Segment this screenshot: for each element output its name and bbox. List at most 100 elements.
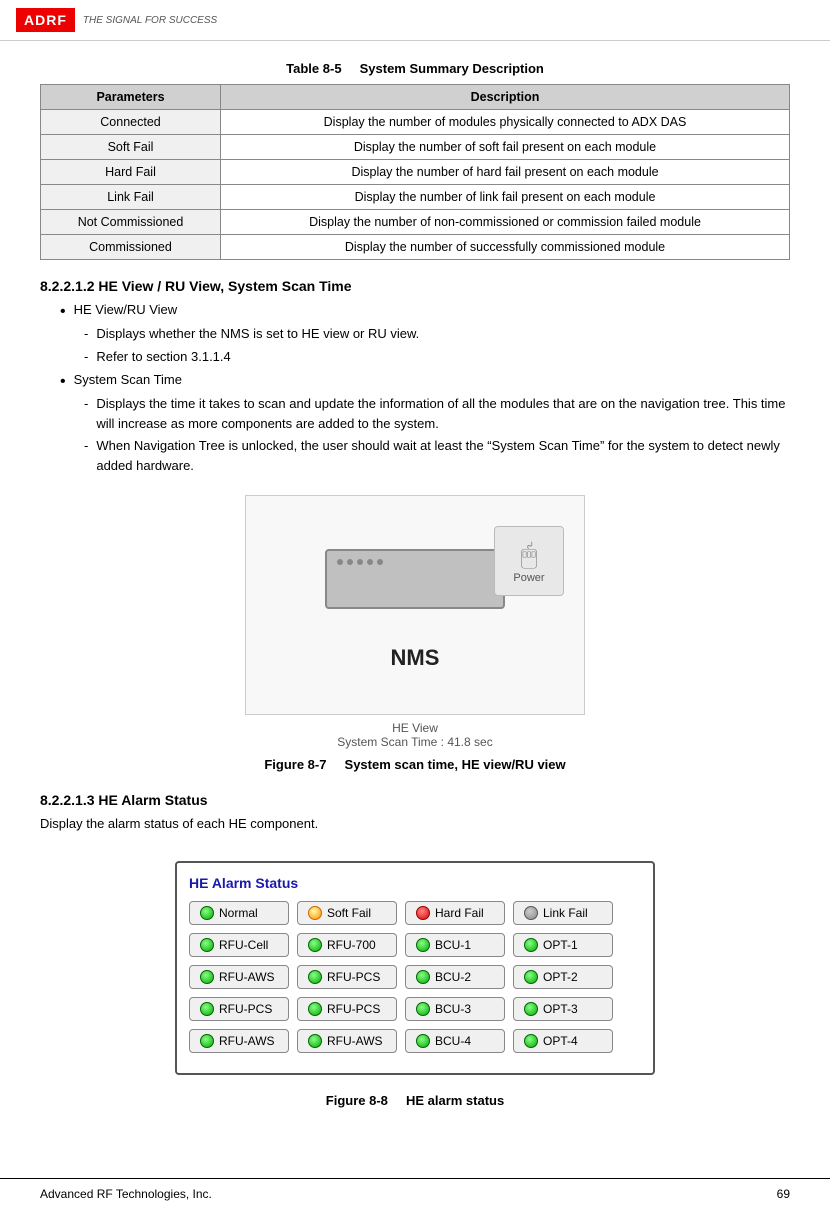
dash-text-2-2: When Navigation Tree is unlocked, the us… — [96, 436, 790, 475]
footer-company: Advanced RF Technologies, Inc. — [40, 1187, 212, 1201]
table-cell-desc: Display the number of link fail present … — [221, 185, 790, 210]
component-label: RFU-PCS — [327, 970, 380, 984]
table-cell-param: Link Fail — [41, 185, 221, 210]
component-led — [416, 1002, 430, 1016]
alarm-component-btn: RFU-700 — [297, 933, 397, 957]
alarm-component-btn: BCU-2 — [405, 965, 505, 989]
alarm-led — [524, 906, 538, 920]
component-led — [416, 970, 430, 984]
component-led — [308, 1002, 322, 1016]
alarm-component-btn: BCU-3 — [405, 997, 505, 1021]
he-view-label: HE View — [392, 721, 438, 735]
alarm-led — [416, 906, 430, 920]
bullet-section-2: • System Scan Time - Displays the time i… — [60, 372, 790, 475]
table-cell-desc: Display the number of non-commissioned o… — [221, 210, 790, 235]
dash-2-2: - — [84, 436, 88, 475]
component-label: OPT-1 — [543, 938, 578, 952]
logo-tag: THE SIGNAL FOR SUCCESS — [83, 15, 217, 26]
component-label: RFU-AWS — [219, 970, 275, 984]
alarm-label: Normal — [219, 906, 258, 920]
component-led — [524, 970, 538, 984]
power-icon-symbol: 🖱 — [521, 539, 538, 572]
dash-text-1-1: Displays whether the NMS is set to HE vi… — [96, 324, 790, 344]
alarm-status-btn: Normal — [189, 901, 289, 925]
alarm-status-btn: Hard Fail — [405, 901, 505, 925]
alarm-component-btn: OPT-4 — [513, 1029, 613, 1053]
section-8222-heading: 8.2.2.1.3 HE Alarm Status — [40, 792, 790, 808]
alarm-component-row: RFU-PCSRFU-PCSBCU-3OPT-3 — [189, 997, 641, 1021]
scan-time-label: System Scan Time : 41.8 sec — [337, 735, 492, 749]
nms-lights — [337, 559, 383, 565]
nms-light-3 — [357, 559, 363, 565]
figure-7-title: System scan time, HE view/RU view — [345, 757, 566, 772]
bullet-text-2: System Scan Time — [74, 372, 790, 387]
table-number: Table 8-5 — [286, 61, 341, 76]
nms-light-2 — [347, 559, 353, 565]
alarm-component-row: RFU-Cell RFU-700 BCU-1 OPT-1 — [189, 933, 641, 957]
dash-item-1-2: - Refer to section 3.1.1.4 — [84, 347, 790, 367]
alarm-status-btn: Soft Fail — [297, 901, 397, 925]
alarm-label: Link Fail — [543, 906, 588, 920]
bullet-item-2: • System Scan Time — [60, 372, 790, 390]
table-row: Soft FailDisplay the number of soft fail… — [41, 135, 790, 160]
bullet-dot-1: • — [60, 304, 66, 320]
table-cell-param: Hard Fail — [41, 160, 221, 185]
alarm-component-btn: RFU-Cell — [189, 933, 289, 957]
alarm-status-row: Normal Soft Fail Hard Fail Link Fail — [189, 901, 641, 925]
figure-8-container: HE Alarm Status Normal Soft Fail Hard Fail… — [40, 851, 790, 1108]
component-label: BCU-1 — [435, 938, 471, 952]
alarm-component-rows: RFU-Cell RFU-700 BCU-1 OPT-1 RFU-AWS RFU-PCS B… — [189, 933, 641, 1053]
component-label: RFU-PCS — [327, 1002, 380, 1016]
table-cell-param: Soft Fail — [41, 135, 221, 160]
dash-list-1: - Displays whether the NMS is set to HE … — [84, 324, 790, 366]
col-header-desc: Description — [221, 85, 790, 110]
alarm-component-btn: BCU-1 — [405, 933, 505, 957]
table-row: Link FailDisplay the number of link fail… — [41, 185, 790, 210]
component-label: RFU-AWS — [219, 1034, 275, 1048]
component-led — [308, 938, 322, 952]
component-led — [200, 970, 214, 984]
alarm-component-btn: RFU-PCS — [297, 965, 397, 989]
bullet-item-1: • HE View/RU View — [60, 302, 790, 320]
component-led — [524, 938, 538, 952]
component-label: RFU-Cell — [219, 938, 268, 952]
alarm-led — [200, 906, 214, 920]
power-label: Power — [513, 572, 544, 584]
nms-device — [325, 549, 505, 609]
component-led — [524, 1034, 538, 1048]
bullet-dot-2: • — [60, 374, 66, 390]
figure-7-caption: Figure 8-7 System scan time, HE view/RU … — [264, 757, 565, 772]
alarm-component-btn: OPT-3 — [513, 997, 613, 1021]
summary-table: Parameters Description ConnectedDisplay … — [40, 84, 790, 260]
figure-7-container: NMS 🖱 Power HE View System Scan Time : 4… — [40, 495, 790, 772]
component-label: BCU-2 — [435, 970, 471, 984]
header: ADRF THE SIGNAL FOR SUCCESS — [0, 0, 830, 41]
component-label: OPT-2 — [543, 970, 578, 984]
component-led — [200, 938, 214, 952]
main-content: Table 8-5 System Summary Description Par… — [0, 41, 830, 1148]
nms-area: NMS — [325, 549, 505, 671]
logo-box: ADRF — [16, 8, 75, 32]
component-led — [200, 1034, 214, 1048]
figure-8-caption: Figure 8-8 HE alarm status — [326, 1093, 504, 1108]
alarm-component-row: RFU-AWSRFU-AWSBCU-4OPT-4 — [189, 1029, 641, 1053]
bullet-section-1: • HE View/RU View - Displays whether the… — [60, 302, 790, 366]
table-cell-param: Not Commissioned — [41, 210, 221, 235]
nms-light-1 — [337, 559, 343, 565]
alarm-component-btn: OPT-2 — [513, 965, 613, 989]
alarm-label: Soft Fail — [327, 906, 371, 920]
col-header-params: Parameters — [41, 85, 221, 110]
table-row: Not CommissionedDisplay the number of no… — [41, 210, 790, 235]
table-row: Hard FailDisplay the number of hard fail… — [41, 160, 790, 185]
dash-text-1-2: Refer to section 3.1.1.4 — [96, 347, 790, 367]
alarm-status-title: HE Alarm Status — [189, 875, 641, 891]
logo-area: ADRF THE SIGNAL FOR SUCCESS — [16, 8, 217, 32]
footer: Advanced RF Technologies, Inc. 69 — [0, 1178, 830, 1209]
component-label: BCU-3 — [435, 1002, 471, 1016]
component-label: RFU-AWS — [327, 1034, 383, 1048]
dash-item-2-2: - When Navigation Tree is unlocked, the … — [84, 436, 790, 475]
table-cell-desc: Display the number of soft fail present … — [221, 135, 790, 160]
dash-text-2-1: Displays the time it takes to scan and u… — [96, 394, 790, 433]
table-cell-desc: Display the number of successfully commi… — [221, 235, 790, 260]
power-icon-box: 🖱 Power — [494, 526, 564, 596]
